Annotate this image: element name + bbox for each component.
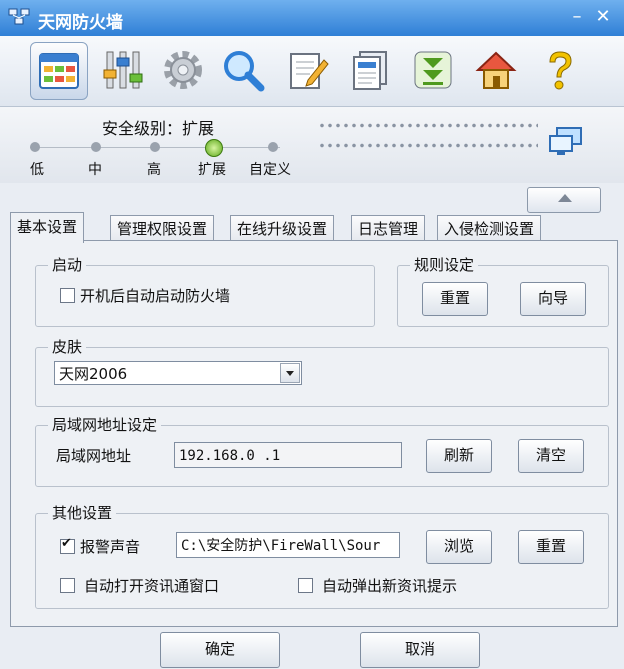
ok-button[interactable]: 确定 xyxy=(160,632,280,668)
settings-tool[interactable] xyxy=(155,42,211,98)
notepad-pencil-icon xyxy=(290,53,329,89)
level-dot-extended[interactable] xyxy=(205,139,223,157)
magnifier-icon xyxy=(224,51,265,92)
skin-title: 皮肤 xyxy=(48,336,87,357)
lan-clear-button[interactable]: 清空 xyxy=(518,439,584,473)
tab-permission-settings[interactable]: 管理权限设置 xyxy=(110,215,215,242)
log-tool[interactable] xyxy=(280,42,336,98)
sliders-icon xyxy=(103,51,143,89)
skin-group: 皮肤 天网2006 xyxy=(35,336,609,407)
auto-popup-news-label: 自动弹出新资讯提示 xyxy=(322,577,458,595)
rules-group: 规则设定 重置 向导 xyxy=(397,254,609,327)
alarm-sound-path-field[interactable]: C:\安全防护\FireWall\Sour xyxy=(176,532,400,558)
minimize-icon[interactable]: – xyxy=(566,6,588,28)
level-label-high: 高 xyxy=(147,162,161,178)
app-network-icon xyxy=(8,8,30,25)
alarm-sound-label: 报警声音 xyxy=(80,538,141,556)
security-level-label: 安全级别：扩展 xyxy=(102,119,215,138)
title-bar[interactable]: 天网防火墙 – ✕ xyxy=(0,0,624,36)
double-arrow-down-icon xyxy=(414,51,452,89)
ip-rules-tool[interactable] xyxy=(95,42,151,98)
cancel-button[interactable]: 取消 xyxy=(360,632,480,668)
home-tool[interactable] xyxy=(468,42,524,98)
documents-icon xyxy=(353,51,387,90)
gear-icon xyxy=(164,51,202,89)
alarm-sound-checkbox[interactable] xyxy=(60,536,75,554)
auto-popup-news-checkbox[interactable] xyxy=(298,578,313,593)
rules-title: 规则设定 xyxy=(410,254,479,275)
skin-selected-value: 天网2006 xyxy=(59,365,128,383)
rules-reset-button[interactable]: 重置 xyxy=(422,282,488,316)
report-tool[interactable] xyxy=(342,42,398,98)
lan-group: 局域网地址设定 局域网地址 192.168.0 .1 刷新 清空 xyxy=(35,414,609,487)
window-title: 天网防火墙 xyxy=(38,13,123,33)
tab-basic-settings[interactable]: 基本设置 xyxy=(10,212,85,243)
level-dot-low[interactable] xyxy=(30,142,40,152)
question-mark-icon xyxy=(549,51,572,90)
browse-button[interactable]: 浏览 xyxy=(426,530,492,564)
security-level-bar: 安全级别：扩展 低 中 高 扩展 自定义 xyxy=(0,107,624,183)
autostart-label: 开机后自动启动防火墙 xyxy=(80,287,231,305)
tab-online-update[interactable]: 在线升级设置 xyxy=(230,215,335,242)
download-tool[interactable] xyxy=(405,42,461,98)
level-dot-medium[interactable] xyxy=(91,142,101,152)
startup-group: 启动 开机后自动启动防火墙 xyxy=(35,254,375,327)
traffic-indicator xyxy=(318,123,538,153)
level-label-medium: 中 xyxy=(88,162,102,178)
grid-table-icon xyxy=(39,53,79,89)
auto-open-news-label: 自动打开资讯通窗口 xyxy=(84,577,220,595)
lan-refresh-button[interactable]: 刷新 xyxy=(426,439,492,473)
main-toolbar xyxy=(0,36,624,107)
other-reset-button[interactable]: 重置 xyxy=(518,530,584,564)
tab-intrusion-detection[interactable]: 入侵检测设置 xyxy=(437,215,542,242)
autostart-checkbox[interactable] xyxy=(60,288,75,303)
skin-select[interactable]: 天网2006 xyxy=(54,361,302,385)
startup-title: 启动 xyxy=(48,254,87,275)
lan-title: 局域网地址设定 xyxy=(48,414,162,435)
monitor-tool[interactable] xyxy=(215,42,271,98)
level-label-low: 低 xyxy=(30,162,44,178)
level-label-extended: 扩展 xyxy=(198,162,226,178)
level-dot-custom[interactable] xyxy=(268,142,278,152)
app-rules-tool[interactable] xyxy=(30,42,88,100)
other-settings-group: 其他设置 报警声音 C:\安全防护\FireWall\Sour 浏览 重置 自动… xyxy=(35,502,609,609)
collapse-button[interactable] xyxy=(527,187,601,213)
chevron-down-icon[interactable] xyxy=(280,363,300,383)
level-label-custom: 自定义 xyxy=(249,162,291,178)
rules-wizard-button[interactable]: 向导 xyxy=(520,282,586,316)
triangle-up-icon xyxy=(558,194,572,202)
lan-address-label: 局域网地址 xyxy=(56,447,132,465)
help-tool[interactable] xyxy=(532,42,588,98)
basic-settings-panel: 启动 开机后自动启动防火墙 规则设定 重置 向导 皮肤 天网2006 局域网地址… xyxy=(10,240,618,627)
tab-log-management[interactable]: 日志管理 xyxy=(351,215,426,242)
close-icon[interactable]: ✕ xyxy=(592,6,614,28)
network-monitor-icon[interactable] xyxy=(548,127,584,157)
level-dot-high[interactable] xyxy=(150,142,160,152)
home-icon xyxy=(475,51,517,89)
firewall-window: 天网防火墙 – ✕ 安全级别：扩展 低 中 高 扩展 自定义 基本设置 管理权限… xyxy=(0,0,624,669)
other-settings-title: 其他设置 xyxy=(48,502,117,523)
auto-open-news-checkbox[interactable] xyxy=(60,578,75,593)
lan-address-field[interactable]: 192.168.0 .1 xyxy=(174,442,402,468)
